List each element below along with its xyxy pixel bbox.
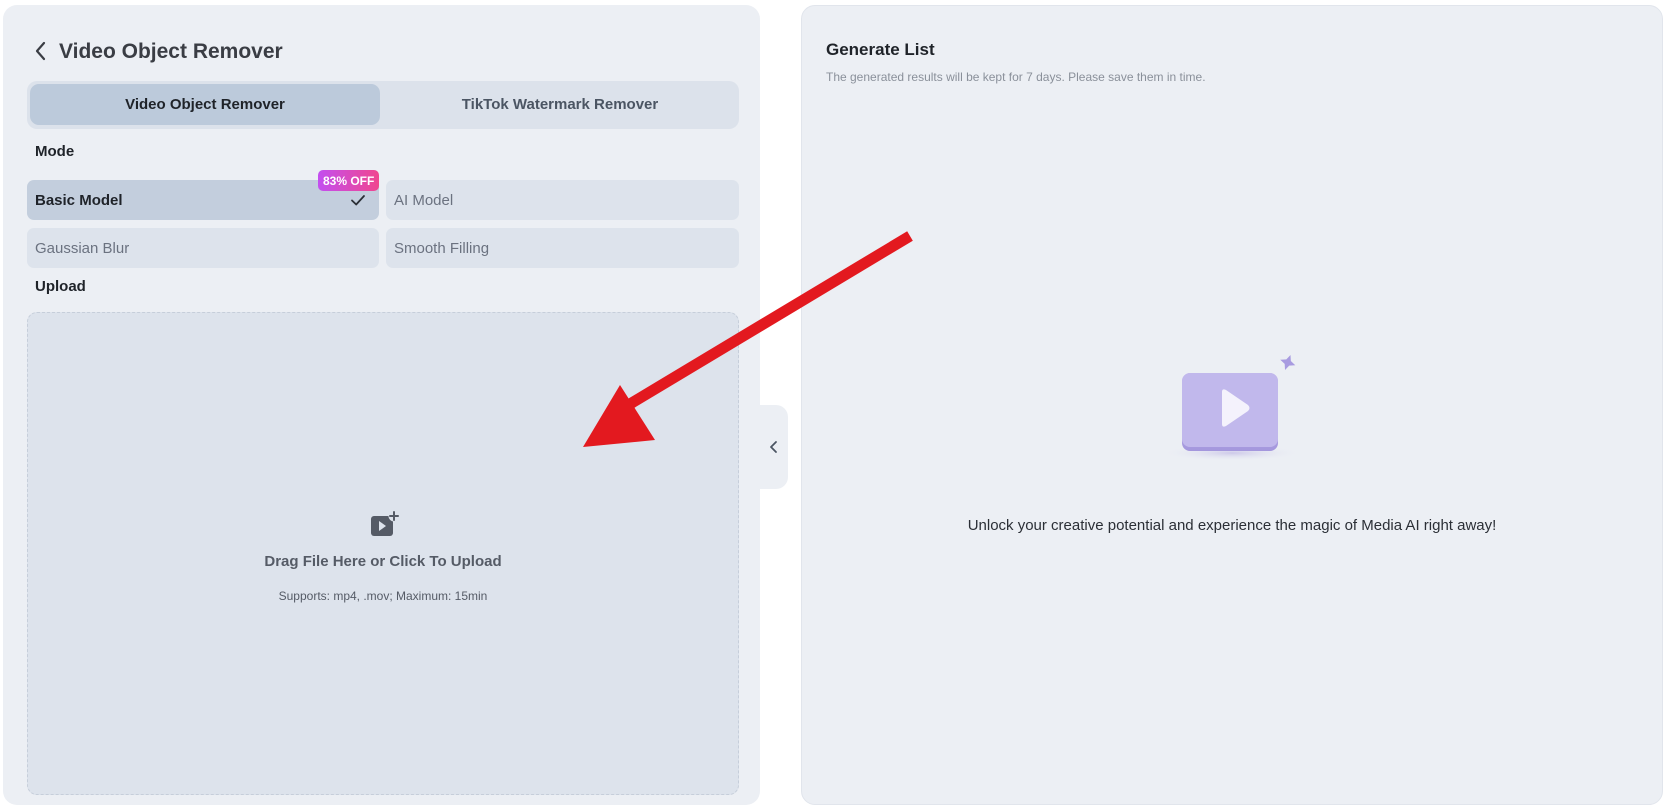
tab-tiktok-watermark-remover[interactable]: TikTok Watermark Remover <box>383 84 737 125</box>
mode-option-ai-model[interactable]: AI Model <box>386 180 739 220</box>
mode-option-smooth-filling[interactable]: Smooth Filling <box>386 228 739 268</box>
tab-video-object-remover[interactable]: Video Object Remover <box>30 84 380 125</box>
mode-option-label: Gaussian Blur <box>35 239 130 257</box>
discount-badge: 83% OFF <box>318 170 380 191</box>
upload-supports: Supports: mp4, .mov; Maximum: 15min <box>278 589 488 603</box>
mode-option-label: Basic Model <box>35 191 123 209</box>
upload-title: Drag File Here or Click To Upload <box>264 553 502 570</box>
back-button[interactable] <box>29 39 53 63</box>
play-video-illustration <box>1162 354 1302 461</box>
video-plus-icon <box>371 510 400 536</box>
upload-label: Upload <box>35 278 86 295</box>
empty-state-message: Unlock your creative potential and exper… <box>967 517 1497 534</box>
left-panel: Video Object Remover Video Object Remove… <box>3 5 760 805</box>
mode-option-label: AI Model <box>394 191 454 209</box>
generate-list-subtitle: The generated results will be kept for 7… <box>826 70 1206 84</box>
mode-option-gaussian-blur[interactable]: Gaussian Blur <box>27 228 379 268</box>
upload-dropzone[interactable]: Drag File Here or Click To Upload Suppor… <box>27 312 739 795</box>
page-title: Video Object Remover <box>59 40 283 63</box>
generate-list-panel: Generate List The generated results will… <box>801 5 1663 805</box>
mode-tabs: Video Object Remover TikTok Watermark Re… <box>27 81 739 129</box>
chevron-left-icon <box>770 441 777 453</box>
mode-option-label: Smooth Filling <box>394 239 490 257</box>
mode-label: Mode <box>35 143 75 160</box>
generate-list-title: Generate List <box>826 40 935 59</box>
checkmark-icon <box>351 195 365 206</box>
chevron-left-icon <box>35 41 46 61</box>
collapse-panel-button[interactable] <box>760 405 788 489</box>
